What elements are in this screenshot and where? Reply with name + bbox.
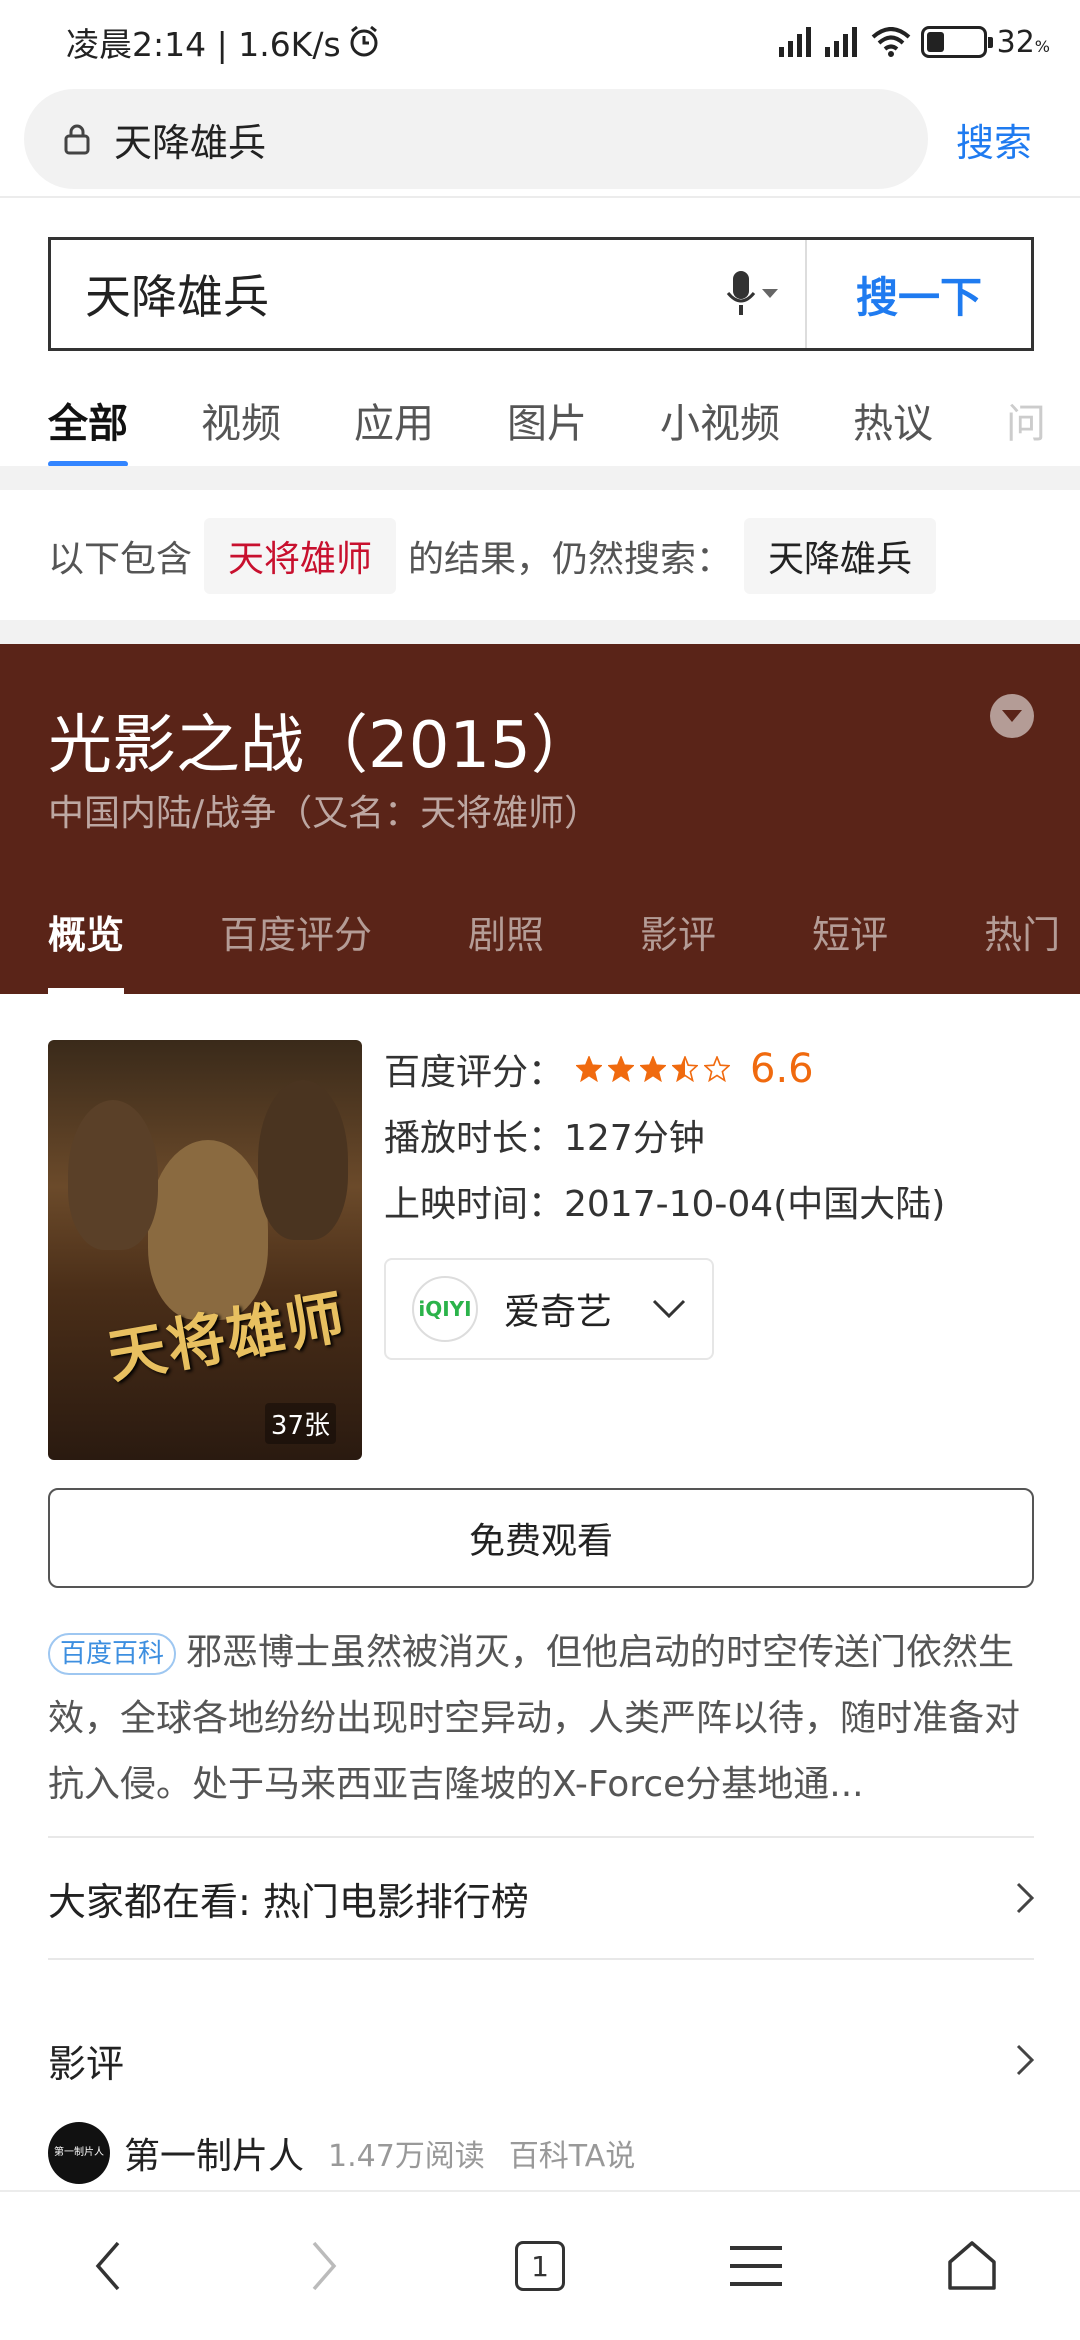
tab-all[interactable]: 全部 xyxy=(48,370,128,470)
rating-line: 百度评分： 6.6 xyxy=(384,1036,945,1102)
movie-tab-stills[interactable]: 剧照 xyxy=(468,904,544,994)
movie-title[interactable]: 光影之战（2015） xyxy=(48,694,595,786)
star-icon xyxy=(608,1056,635,1082)
popular-movies-label: 大家都在看: 热门电影排行榜 xyxy=(48,1879,529,1924)
browser-url-row: 天降雄兵 搜索 xyxy=(0,84,1080,194)
status-time-speed: 凌晨2:14 | 1.6K/s xyxy=(66,25,341,64)
duration-line: 播放时长：127分钟 xyxy=(384,1118,705,1159)
status-bar: 凌晨2:14 | 1.6K/s 32% xyxy=(0,0,1080,84)
movie-info: 百度评分： 6.6 播放时长：127分钟 上映时间：2017-10-04(中国大… xyxy=(384,1036,945,1234)
tab-video[interactable]: 视频 xyxy=(201,370,281,470)
poster-image-count: 37张 xyxy=(264,1403,336,1444)
battery-icon xyxy=(920,26,993,58)
abstract-text: 邪恶博士虽然被消灭，但他启动的时空传送门依然生效，全球各地纷纷出现时空异动，人类… xyxy=(48,1632,1021,1805)
home-button[interactable] xyxy=(912,2206,1032,2326)
author-avatar: 第一制片人 xyxy=(48,2122,110,2184)
review-source: 百科TA说 xyxy=(508,2139,636,2174)
caret-down-icon xyxy=(762,289,778,298)
address-bar[interactable]: 天降雄兵 xyxy=(24,89,928,189)
poster-figure xyxy=(68,1100,158,1250)
star-icon xyxy=(672,1056,699,1082)
author-name: 第一制片人 xyxy=(124,2136,305,2177)
back-button[interactable] xyxy=(48,2206,168,2326)
original-query-chip[interactable]: 天降雄兵 xyxy=(744,518,937,594)
movie-header: 光影之战（2015） 中国内陆/战争（又名：天将雄师） 概览 百度评分 剧照 影… xyxy=(0,644,1080,994)
movie-tab-reviews[interactable]: 影评 xyxy=(640,904,716,994)
poster-figure xyxy=(258,1080,348,1240)
address-text: 天降雄兵 xyxy=(114,120,267,165)
home-icon xyxy=(948,2241,996,2290)
star-icon xyxy=(640,1056,667,1082)
chevron-right-icon xyxy=(1016,2044,1034,2076)
signal-icon-1 xyxy=(778,27,811,57)
divider xyxy=(0,196,1080,198)
reviews-section-link[interactable]: 影评 xyxy=(48,2000,1034,2120)
signal-icon-2 xyxy=(824,27,857,57)
poster-title: 天将雄师 xyxy=(102,1282,351,1392)
movie-tab-short-reviews[interactable]: 短评 xyxy=(812,904,888,994)
battery-percent: 32% xyxy=(996,24,1050,60)
chevron-right-icon xyxy=(312,2241,337,2291)
correction-prefix: 以下包含 xyxy=(48,539,193,580)
tab-ask[interactable]: 问 xyxy=(1006,370,1046,470)
corrected-query-chip[interactable]: 天将雄师 xyxy=(204,518,397,594)
review-author-row[interactable]: 第一制片人 第一制片人 1.47万阅读 百科TA说 xyxy=(48,2120,635,2186)
tab-hot-discussion[interactable]: 热议 xyxy=(853,370,933,470)
microphone-icon xyxy=(726,271,756,315)
search-input[interactable]: 天降雄兵 xyxy=(51,261,699,327)
browser-search-button[interactable]: 搜索 xyxy=(956,112,1032,167)
tabs-button[interactable]: 1 xyxy=(480,2206,600,2326)
free-watch-button[interactable]: 免费观看 xyxy=(48,1488,1034,1588)
movie-tab-rating[interactable]: 百度评分 xyxy=(220,904,372,994)
release-line: 上映时间：2017-10-04(中国大陆) xyxy=(384,1184,946,1225)
chevron-right-icon xyxy=(1016,1882,1034,1914)
star-icon xyxy=(704,1056,731,1082)
baike-tag: 百度百科 xyxy=(48,1633,177,1675)
review-reads: 1.47万阅读 xyxy=(328,2139,485,2174)
movie-tabs: 概览 百度评分 剧照 影评 短评 热门 xyxy=(48,904,1080,994)
chevron-down-icon xyxy=(652,1299,686,1319)
tab-apps[interactable]: 应用 xyxy=(354,370,434,470)
iqiyi-logo-icon: iQIYI xyxy=(412,1276,478,1342)
chevron-down-icon xyxy=(1002,710,1022,722)
movie-subtitle: 中国内陆/战争（又名：天将雄师） xyxy=(48,793,601,834)
tab-count: 1 xyxy=(515,2241,565,2291)
tab-short-video[interactable]: 小视频 xyxy=(660,370,780,470)
menu-button[interactable] xyxy=(696,2206,816,2326)
wifi-icon xyxy=(871,27,910,57)
section-gap xyxy=(0,620,1080,644)
status-right: 32% xyxy=(778,24,1050,60)
tab-images[interactable]: 图片 xyxy=(507,370,587,470)
popular-movies-link[interactable]: 大家都在看: 热门电影排行榜 xyxy=(48,1838,1034,1958)
movie-tab-overview[interactable]: 概览 xyxy=(48,904,125,994)
voice-search-button[interactable] xyxy=(699,271,805,317)
status-left: 凌晨2:14 | 1.6K/s xyxy=(66,18,381,66)
section-gap xyxy=(0,466,1080,490)
platform-name: 爱奇艺 xyxy=(504,1292,613,1333)
rating-label: 百度评分： xyxy=(384,1052,565,1093)
reviews-heading: 影评 xyxy=(48,2041,125,2086)
platform-selector[interactable]: iQIYI 爱奇艺 xyxy=(384,1258,714,1360)
search-box: 天降雄兵 搜一下 xyxy=(48,237,1034,351)
movie-poster[interactable]: 天将雄师 37张 xyxy=(48,1040,362,1460)
correction-middle: 的结果，仍然搜索： xyxy=(408,539,733,580)
lock-icon xyxy=(64,123,90,155)
star-icon xyxy=(576,1056,603,1082)
menu-icon xyxy=(730,2246,782,2286)
divider xyxy=(48,1958,1034,1960)
movie-abstract[interactable]: 百度百科 邪恶博士虽然被消灭，但他启动的时空传送门依然生效，全球各地纷纷出现时空异… xyxy=(48,1620,1034,1818)
search-submit-button[interactable]: 搜一下 xyxy=(807,264,1031,325)
collapse-button[interactable] xyxy=(990,694,1034,738)
bottom-nav: 1 xyxy=(0,2190,1080,2340)
chevron-left-icon xyxy=(95,2241,120,2291)
forward-button[interactable] xyxy=(264,2206,384,2326)
battery-fill xyxy=(926,32,944,52)
rating-stars xyxy=(576,1056,731,1082)
rating-value: 6.6 xyxy=(750,1046,814,1092)
result-tabs: 全部 视频 应用 图片 小视频 热议 问 xyxy=(0,370,1080,470)
alarm-icon xyxy=(350,25,378,57)
query-correction: 以下包含 天将雄师 的结果，仍然搜索： 天降雄兵 xyxy=(48,518,948,594)
movie-tab-hot[interactable]: 热门 xyxy=(984,904,1060,994)
